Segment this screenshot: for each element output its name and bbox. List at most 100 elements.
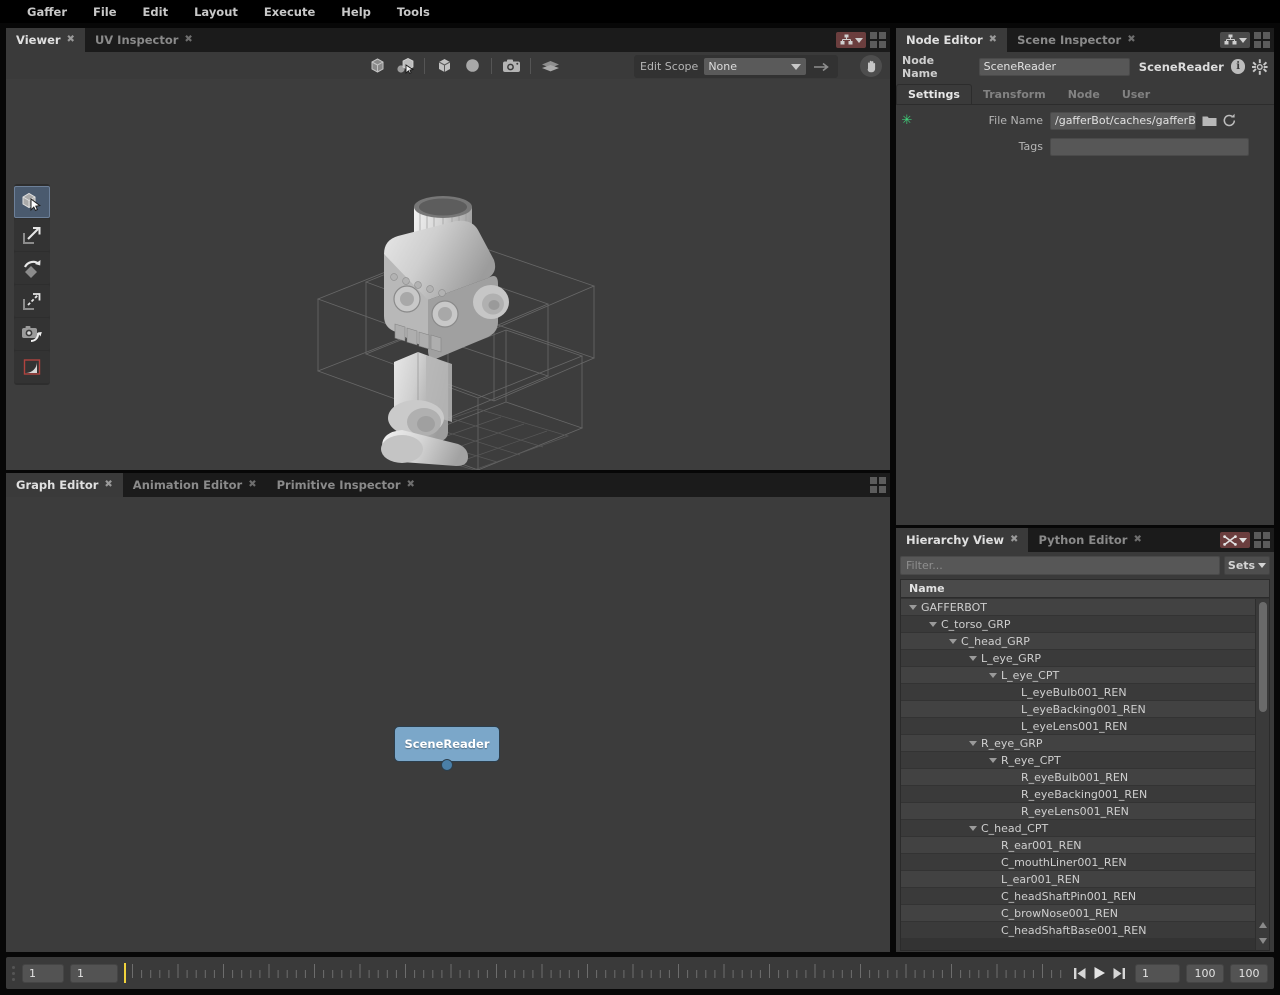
tree-row[interactable]: C_browNose001_REN — [901, 905, 1255, 922]
tree-row[interactable]: L_eye_CPT — [901, 667, 1255, 684]
tree-row[interactable]: L_ear001_REN — [901, 871, 1255, 888]
tab-user[interactable]: User — [1111, 84, 1161, 104]
tree-row[interactable]: L_eyeBulb001_REN — [901, 684, 1255, 701]
tree-row[interactable]: R_eyeBulb001_REN — [901, 769, 1255, 786]
tree-row[interactable]: GAFFERBOT — [901, 599, 1255, 616]
close-icon[interactable]: ✖ — [989, 35, 997, 45]
refresh-icon[interactable] — [1222, 113, 1237, 128]
edit-scope-dropdown[interactable]: None — [704, 58, 806, 75]
menu-gaffer[interactable]: Gaffer — [14, 2, 80, 22]
jump-to-end-button[interactable] — [1113, 967, 1125, 980]
tree-row[interactable]: R_eye_CPT — [901, 752, 1255, 769]
scroll-up-icon[interactable] — [1259, 922, 1267, 928]
menu-help[interactable]: Help — [328, 2, 384, 22]
node-graph-canvas[interactable]: SceneReader — [6, 497, 890, 952]
tab-uv-inspector[interactable]: UV Inspector ✖ — [85, 28, 203, 52]
select-tool[interactable] — [14, 186, 50, 218]
chevron-down-icon[interactable] — [989, 671, 998, 680]
viewer-pin-node-button[interactable] — [836, 32, 866, 48]
start-frame-field[interactable]: 1 — [22, 964, 64, 983]
close-icon[interactable]: ✖ — [407, 480, 415, 490]
chevron-down-icon[interactable] — [989, 756, 998, 765]
menu-edit[interactable]: Edit — [130, 2, 182, 22]
node-scenereader[interactable]: SceneReader — [394, 726, 500, 762]
close-icon[interactable]: ✖ — [104, 480, 112, 490]
tree-row[interactable]: R_eye_GRP — [901, 735, 1255, 752]
range-end-field[interactable]: 100 — [1230, 964, 1268, 983]
info-icon[interactable]: i — [1231, 59, 1246, 74]
tree-row[interactable]: C_head_CPT — [901, 820, 1255, 837]
tree-row[interactable]: R_eyeBacking001_REN — [901, 786, 1255, 803]
close-icon[interactable]: ✖ — [67, 35, 75, 45]
tab-animation-editor[interactable]: Animation Editor ✖ — [123, 473, 267, 497]
chevron-down-icon[interactable] — [969, 739, 978, 748]
chevron-down-icon[interactable] — [969, 824, 978, 833]
hand-icon[interactable] — [860, 55, 882, 77]
file-name-input[interactable]: /gafferBot/caches/gafferBot.scc — [1050, 112, 1196, 130]
tree-row[interactable]: C_torso_GRP — [901, 616, 1255, 633]
tree-row[interactable]: R_eyeLens001_REN — [901, 803, 1255, 820]
shaded-sphere-icon[interactable] — [459, 55, 485, 77]
tree-row[interactable]: L_eyeLens001_REN — [901, 718, 1255, 735]
chevron-down-icon[interactable] — [969, 654, 978, 663]
play-end-field[interactable]: 100 — [1186, 964, 1224, 983]
shaded-objects-icon[interactable] — [392, 55, 418, 77]
menu-file[interactable]: File — [80, 2, 130, 22]
tree-row[interactable]: R_ear001_REN — [901, 837, 1255, 854]
node-scenereader-output-plug[interactable] — [441, 759, 453, 771]
tab-python-editor[interactable]: Python Editor ✖ — [1028, 528, 1151, 552]
layers-icon[interactable] — [537, 55, 563, 77]
crop-window-tool[interactable] — [14, 351, 50, 383]
sets-dropdown-button[interactable]: Sets — [1224, 556, 1270, 575]
current-frame-field[interactable]: 1 — [70, 964, 118, 983]
node-name-input[interactable]: SceneReader — [979, 58, 1130, 76]
node-editor-layout-menu-button[interactable] — [1254, 32, 1270, 48]
tab-node-editor[interactable]: Node Editor ✖ — [896, 28, 1007, 52]
menu-layout[interactable]: Layout — [181, 2, 251, 22]
scene-hierarchy-tree[interactable]: Name GAFFERBOTC_torso_GRPC_head_GRPL_eye… — [900, 579, 1270, 951]
timeline-ruler[interactable] — [124, 960, 1064, 986]
rotate-tool[interactable] — [14, 252, 50, 284]
tab-graph-editor[interactable]: Graph Editor ✖ — [6, 473, 123, 497]
close-icon[interactable]: ✖ — [184, 35, 192, 45]
chevron-down-icon[interactable] — [909, 603, 918, 612]
scale-tool[interactable] — [14, 285, 50, 317]
close-icon[interactable]: ✖ — [1010, 535, 1018, 545]
tab-settings[interactable]: Settings — [896, 84, 972, 104]
scroll-down-icon[interactable] — [1259, 938, 1267, 944]
animated-plug-indicator-icon[interactable]: ✳ — [900, 116, 914, 126]
tab-hierarchy-view[interactable]: Hierarchy View ✖ — [896, 528, 1028, 552]
tree-row[interactable]: C_head_GRP — [901, 633, 1255, 650]
hierarchy-layout-menu-button[interactable] — [1254, 532, 1270, 548]
tags-input[interactable] — [1050, 138, 1249, 156]
tab-viewer[interactable]: Viewer ✖ — [6, 28, 85, 52]
gear-icon[interactable] — [1252, 59, 1268, 75]
node-editor-pin-node-button[interactable] — [1220, 32, 1250, 48]
tab-node[interactable]: Node — [1057, 84, 1111, 104]
tree-row[interactable]: L_eye_GRP — [901, 650, 1255, 667]
bounding-box-icon[interactable] — [364, 55, 390, 77]
menu-execute[interactable]: Execute — [251, 2, 328, 22]
close-icon[interactable]: ✖ — [1133, 535, 1141, 545]
timeline-drag-handle[interactable] — [12, 964, 16, 982]
chevron-down-icon[interactable] — [949, 637, 958, 646]
translate-tool[interactable] — [14, 219, 50, 251]
tab-primitive-inspector[interactable]: Primitive Inspector ✖ — [267, 473, 425, 497]
close-icon[interactable]: ✖ — [1127, 35, 1135, 45]
wireframe-cube-icon[interactable] — [431, 55, 457, 77]
timeline-playhead[interactable] — [124, 963, 126, 983]
hierarchy-scrollbar[interactable] — [1255, 599, 1269, 950]
play-button[interactable] — [1093, 966, 1106, 980]
play-start-field[interactable]: 1 — [1135, 964, 1180, 983]
arrow-right-icon[interactable] — [812, 61, 832, 73]
tree-row[interactable]: C_headShaftBase001_REN — [901, 922, 1255, 939]
chevron-down-icon[interactable] — [929, 620, 938, 629]
graph-editor-layout-menu-button[interactable] — [870, 477, 886, 493]
camera-tool[interactable] — [14, 318, 50, 350]
viewer-3d-viewport[interactable] — [6, 79, 890, 470]
camera-icon[interactable] — [498, 55, 524, 77]
hierarchy-pin-scene-button[interactable] — [1220, 532, 1250, 548]
filter-input[interactable]: Filter... — [900, 556, 1220, 575]
tree-row[interactable]: C_headShaftPin001_REN — [901, 888, 1255, 905]
folder-icon[interactable] — [1202, 114, 1217, 128]
